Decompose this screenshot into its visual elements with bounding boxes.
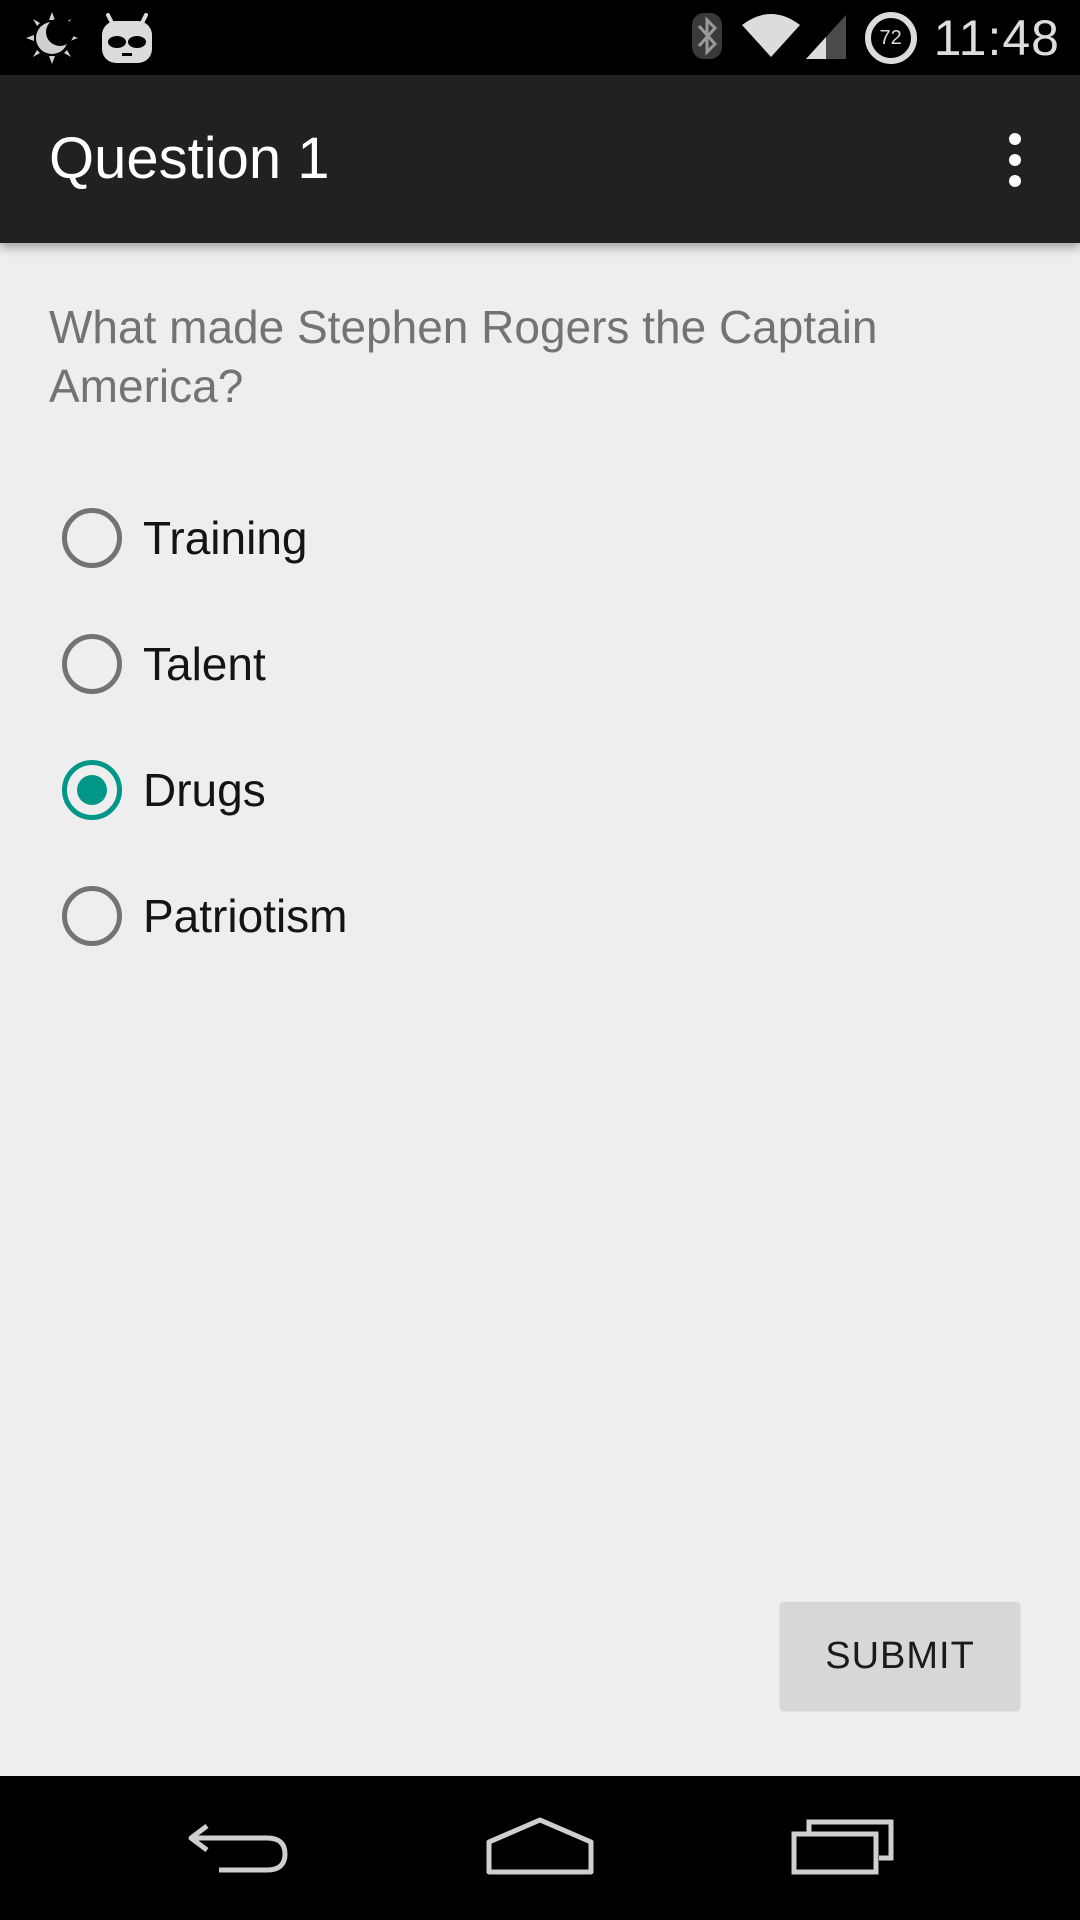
weather-moon-icon: [24, 10, 80, 71]
back-button[interactable]: [174, 1798, 304, 1898]
cell-signal-icon: [804, 11, 848, 66]
radio-button[interactable]: [62, 508, 122, 568]
app-bar: Question 1: [0, 75, 1080, 243]
status-clock: 11:48: [933, 10, 1060, 66]
option-talent[interactable]: Talent: [62, 601, 962, 727]
wifi-icon: [740, 11, 802, 66]
more-vert-icon-dot: [1009, 175, 1021, 187]
option-label: Talent: [143, 638, 266, 690]
radio-button[interactable]: [62, 886, 122, 946]
battery-level: 72: [879, 27, 902, 49]
home-button[interactable]: [475, 1798, 605, 1898]
radio-button[interactable]: [62, 634, 122, 694]
cyanogen-android-icon: [98, 11, 156, 70]
option-training[interactable]: Training: [62, 475, 962, 601]
navigation-bar: [0, 1776, 1080, 1920]
answer-radio-group: Training Talent Drugs Patriotism: [62, 475, 962, 979]
option-patriotism[interactable]: Patriotism: [62, 853, 962, 979]
option-label: Drugs: [143, 764, 266, 816]
recents-button[interactable]: [778, 1798, 908, 1898]
battery-icon: 72: [864, 11, 918, 65]
system-icons: 72 11:48: [690, 6, 1060, 70]
bluetooth-icon: [690, 11, 724, 66]
radio-button[interactable]: [62, 760, 122, 820]
overflow-menu-button[interactable]: [980, 120, 1050, 200]
option-drugs[interactable]: Drugs: [62, 727, 962, 853]
submit-button[interactable]: SUBMIT: [780, 1602, 1020, 1710]
screen: 72 11:48 Question 1 What made Stephen Ro…: [0, 0, 1080, 1920]
question-text: What made Stephen Rogers the Captain Ame…: [49, 301, 878, 412]
status-bar: 72 11:48: [0, 0, 1080, 75]
page-title: Question 1: [49, 126, 330, 191]
recents-icon: [791, 1816, 895, 1881]
option-label: Training: [143, 512, 308, 564]
option-label: Patriotism: [143, 890, 348, 942]
more-vert-icon-dot: [1009, 154, 1021, 166]
more-vert-icon: [1009, 133, 1021, 145]
notification-icons: [24, 10, 156, 71]
back-icon: [187, 1816, 291, 1881]
home-icon: [485, 1816, 595, 1881]
